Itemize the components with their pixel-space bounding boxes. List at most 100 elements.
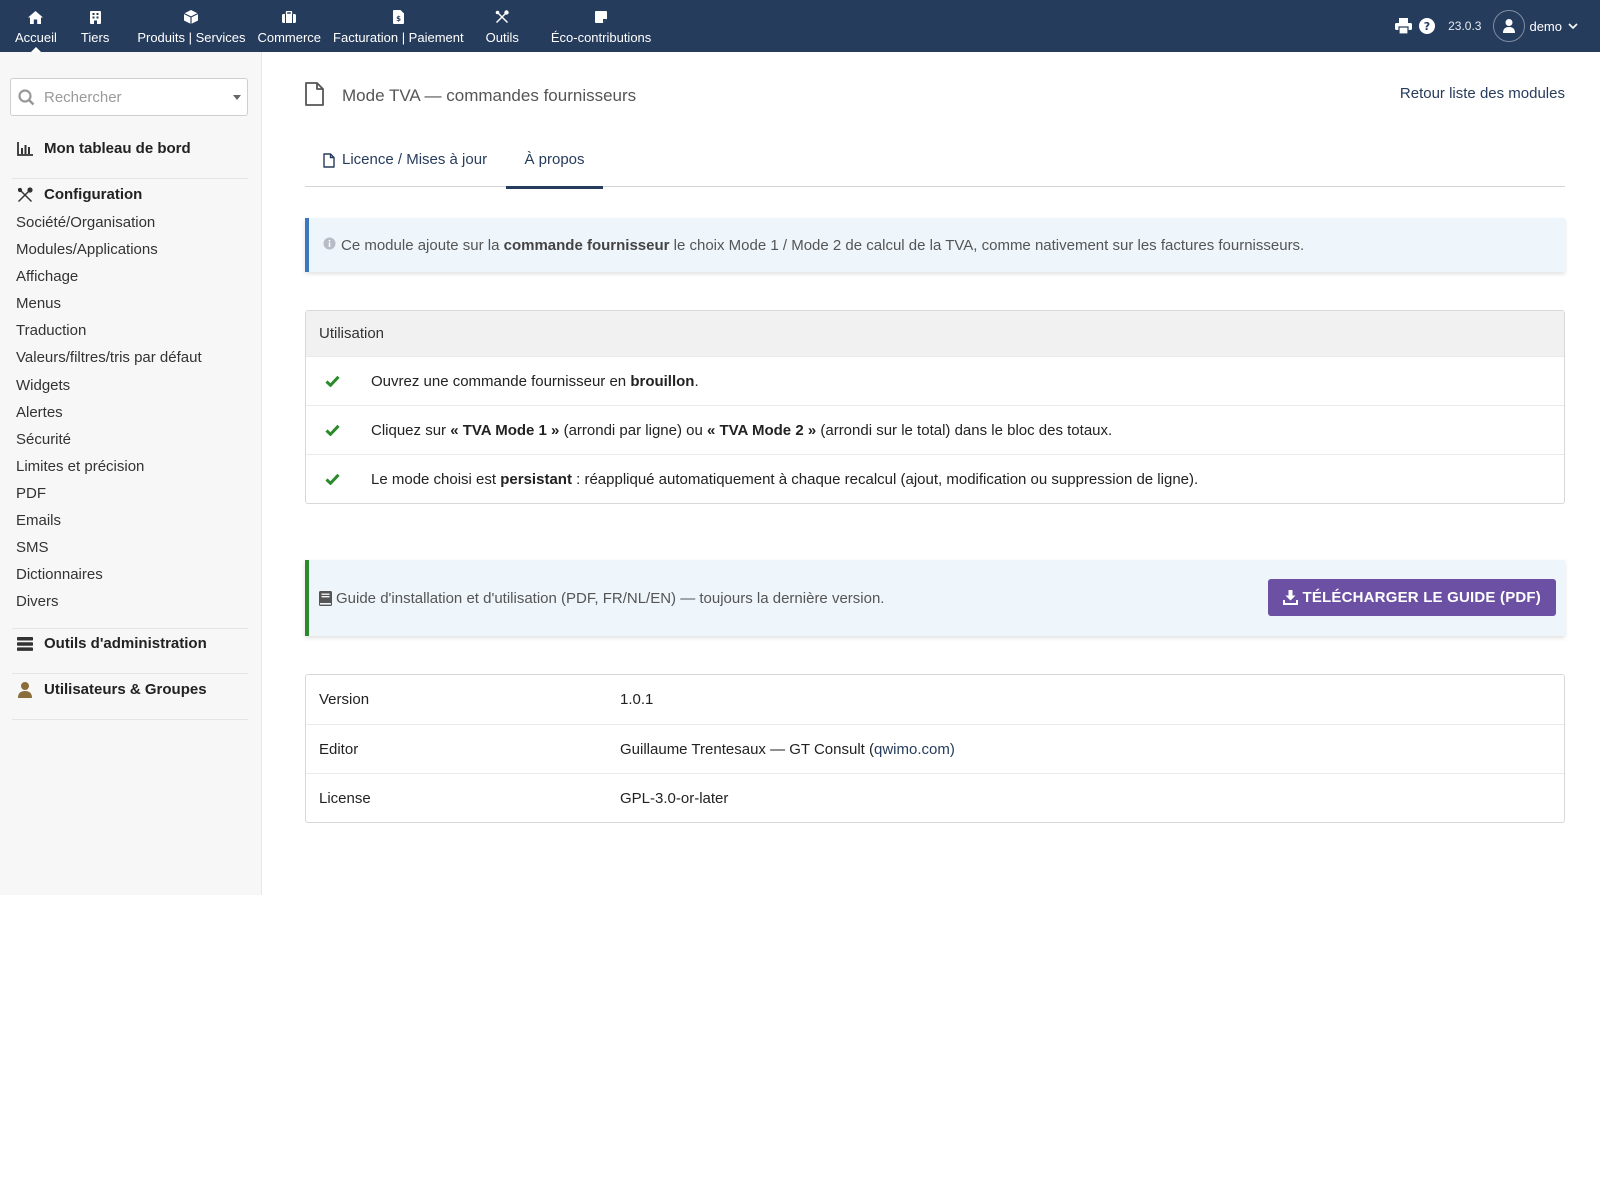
- nav-label: Outils: [485, 30, 519, 45]
- print-icon[interactable]: [1392, 15, 1414, 37]
- divider: [12, 628, 248, 629]
- configuration-submenu: Société/Organisation Modules/Application…: [16, 213, 202, 619]
- nav-label: Tiers: [80, 30, 110, 45]
- nav-label: Accueil: [15, 30, 57, 45]
- check-icon: [306, 375, 371, 387]
- prop-key: Editor: [319, 740, 359, 758]
- top-navbar: Accueil Tiers Produits | Services Commer…: [0, 0, 1600, 52]
- nav-label: Produits | Services: [137, 30, 246, 45]
- usage-row: Cliquez sur « TVA Mode 1 » (arrondi par …: [306, 405, 1564, 454]
- user-menu[interactable]: demo: [1493, 10, 1578, 42]
- suitcase-icon: [281, 10, 297, 24]
- submenu-item[interactable]: Menus: [16, 294, 202, 321]
- usage-text-bold: « TVA Mode 2 »: [706, 421, 817, 439]
- avatar: [1493, 10, 1526, 42]
- usage-text-bold: persistant: [500, 470, 572, 488]
- nav-accueil[interactable]: Accueil: [9, 0, 63, 52]
- submenu-item[interactable]: Affichage: [16, 267, 202, 294]
- search-input[interactable]: Rechercher: [10, 78, 248, 116]
- tab-label: À propos: [524, 151, 585, 168]
- submenu-item[interactable]: Valeurs/filtres/tris par défaut: [16, 348, 202, 375]
- usage-text: Cliquez sur: [371, 421, 451, 439]
- menu-dashboard-label: Mon tableau de bord: [44, 140, 191, 157]
- version-number: 23.0.3: [1448, 19, 1482, 33]
- usage-text: (arrondi sur le total) dans le bloc des …: [816, 421, 1113, 439]
- submenu-item[interactable]: Sécurité: [16, 430, 202, 457]
- guide-notice: Guide d'installation et d'utilisation (P…: [305, 560, 1565, 636]
- caret-down-icon[interactable]: [233, 95, 241, 100]
- back-to-modules-link[interactable]: Retour liste des modules: [1400, 85, 1565, 102]
- menu-users-groups[interactable]: Utilisateurs & Groupes: [16, 681, 207, 698]
- divider: [12, 673, 248, 674]
- info-notice: Ce module ajoute sur la commande fournis…: [305, 218, 1565, 272]
- menu-configuration[interactable]: Configuration: [16, 186, 142, 203]
- usage-text: (arrondi par ligne) ou: [559, 421, 707, 439]
- submenu-item[interactable]: Divers: [16, 592, 202, 619]
- tab-label: Licence / Mises à jour: [342, 151, 488, 168]
- prop-value: GPL-3.0-or-later: [620, 789, 729, 807]
- invoice-icon: $: [390, 10, 406, 24]
- tools-icon: [494, 10, 510, 24]
- username: demo: [1529, 18, 1562, 34]
- nav-label: Éco-contributions: [550, 30, 652, 45]
- divider: [12, 178, 248, 179]
- usage-text-bold: brouillon: [630, 372, 695, 390]
- tab-bar: Licence / Mises à jour À propos: [305, 140, 1565, 189]
- submenu-item[interactable]: Modules/Applications: [16, 240, 202, 267]
- usage-panel: Utilisation Ouvrez une commande fourniss…: [305, 310, 1565, 504]
- table-row: Version 1.0.1: [306, 675, 1564, 724]
- submenu-item[interactable]: Emails: [16, 511, 202, 538]
- nav-outils[interactable]: Outils: [480, 0, 525, 52]
- home-icon: [28, 10, 44, 24]
- usage-row: Le mode choisi est persistant : réappliq…: [306, 454, 1564, 503]
- chevron-down-icon: [1568, 22, 1578, 30]
- svg-text:$: $: [396, 15, 401, 23]
- info-icon: [323, 237, 336, 254]
- submenu-item[interactable]: Société/Organisation: [16, 213, 202, 240]
- tab-licence[interactable]: Licence / Mises à jour: [305, 140, 505, 187]
- prop-value: Guillaume Trentesaux — GT Consult (: [620, 740, 874, 758]
- page-title: Mode TVA — commandes fournisseurs: [342, 86, 637, 105]
- nav-eco-contributions[interactable]: Éco-contributions: [545, 0, 657, 52]
- nav-commerce[interactable]: Commerce: [251, 0, 327, 52]
- submenu-item[interactable]: Traduction: [16, 321, 202, 348]
- book-icon: [319, 590, 332, 606]
- editor-website-link[interactable]: qwimo.com): [874, 741, 955, 758]
- usage-row: Ouvrez une commande fournisseur en broui…: [306, 356, 1564, 405]
- usage-text-bold: « TVA Mode 1 »: [450, 421, 560, 439]
- submenu-item[interactable]: SMS: [16, 538, 202, 565]
- menu-admin-tools[interactable]: Outils d'administration: [16, 635, 207, 652]
- menu-users-groups-label: Utilisateurs & Groupes: [44, 681, 207, 698]
- module-properties-table: Version 1.0.1 Editor Guillaume Trentesau…: [305, 674, 1565, 823]
- submenu-item[interactable]: Alertes: [16, 403, 202, 430]
- main-menu: Accueil Tiers Produits | Services Commer…: [0, 0, 657, 52]
- svg-text:?: ?: [1424, 20, 1430, 33]
- guide-text: Guide d'installation et d'utilisation (P…: [336, 589, 885, 607]
- nav-tiers[interactable]: Tiers: [75, 0, 115, 52]
- cube-icon: [183, 10, 199, 24]
- submenu-item[interactable]: Dictionnaires: [16, 565, 202, 592]
- tools-icon: [16, 186, 34, 203]
- nav-produits-services[interactable]: Produits | Services: [131, 0, 251, 52]
- menu-admin-tools-label: Outils d'administration: [44, 635, 207, 652]
- download-guide-button[interactable]: TÉLÉCHARGER LE GUIDE (PDF): [1268, 579, 1556, 616]
- usage-text: Le mode choisi est: [371, 470, 501, 488]
- file-icon: [305, 82, 324, 110]
- search-icon: [18, 89, 35, 110]
- info-text-suffix: le choix Mode 1 / Mode 2 de calcul de la…: [673, 236, 1305, 254]
- tab-about[interactable]: À propos: [506, 140, 603, 189]
- info-text-prefix: Ce module ajoute sur la: [341, 236, 500, 254]
- submenu-item[interactable]: Limites et précision: [16, 457, 202, 484]
- server-icon: [16, 636, 34, 652]
- submenu-item[interactable]: Widgets: [16, 376, 202, 403]
- menu-dashboard[interactable]: Mon tableau de bord: [16, 140, 191, 157]
- search-placeholder: Rechercher: [44, 89, 122, 106]
- usage-text: Ouvrez une commande fournisseur en: [371, 372, 631, 390]
- submenu-item[interactable]: PDF: [16, 484, 202, 511]
- nav-label: Facturation | Paiement: [333, 30, 464, 45]
- help-icon[interactable]: ?: [1416, 15, 1438, 37]
- prop-key: License: [319, 789, 371, 807]
- info-text-bold: commande fournisseur: [503, 236, 670, 254]
- prop-key: Version: [319, 691, 370, 708]
- nav-facturation-paiement[interactable]: $ Facturation | Paiement: [327, 0, 470, 52]
